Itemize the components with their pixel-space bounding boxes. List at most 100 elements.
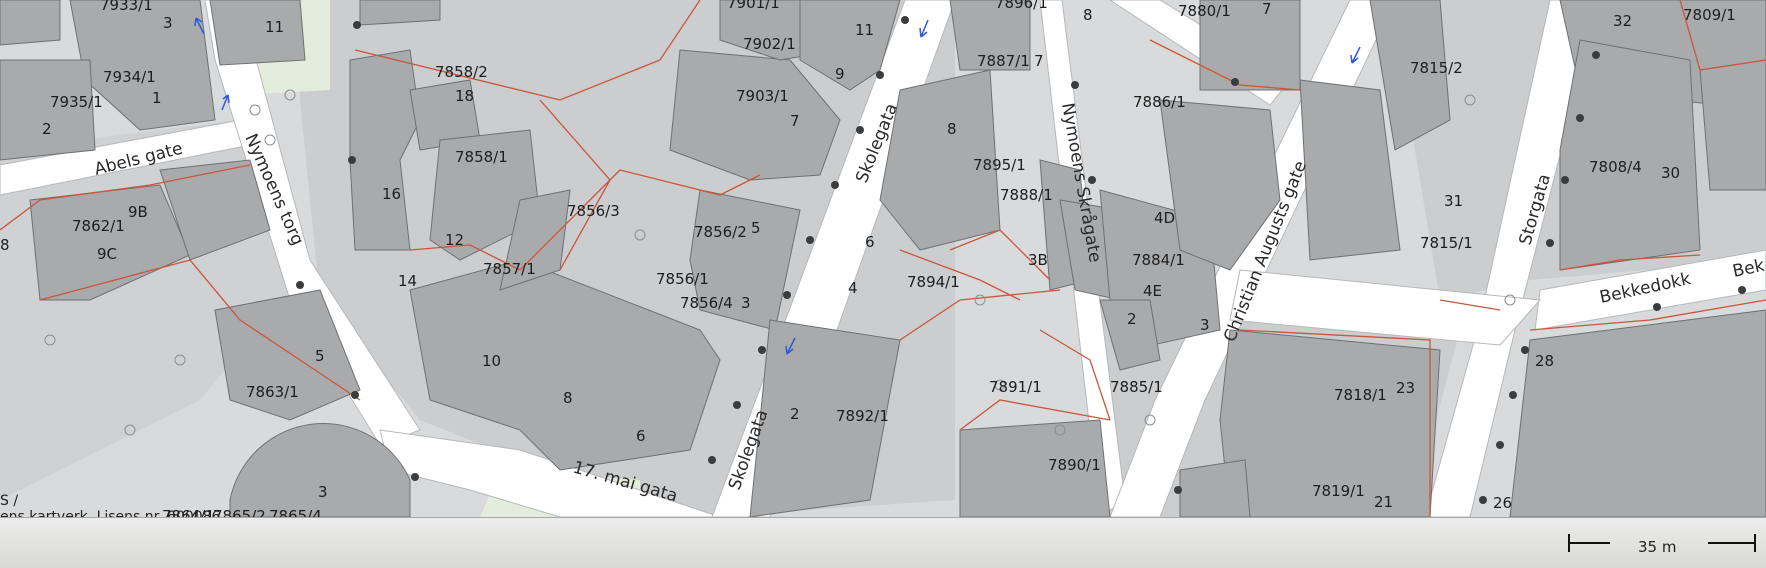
house-number: 8 — [563, 389, 573, 407]
scale-line — [1708, 542, 1756, 544]
house-number: 12 — [445, 231, 464, 249]
pole — [1521, 346, 1529, 354]
house-number: 18 — [455, 87, 474, 105]
status-bar: 35 m — [0, 517, 1766, 568]
map-attribution: S / ens kartverk. Lisens nr. 600086 — [0, 493, 220, 517]
pole — [1496, 441, 1504, 449]
parcel-label: 7902/1 — [743, 35, 796, 53]
parcel-label: 7818/1 — [1334, 386, 1387, 404]
house-number: 11 — [265, 18, 284, 36]
parcel-label: 7885/1 — [1110, 378, 1163, 396]
scale-line — [1568, 542, 1610, 544]
pole — [783, 291, 791, 299]
parcel-label: 7809/1 — [1683, 6, 1736, 24]
house-number: 21 — [1374, 493, 1393, 511]
house-number: 11 — [855, 21, 874, 39]
parcel-label: 7934/1 — [103, 68, 156, 86]
house-number: 3 — [163, 14, 173, 32]
pole — [758, 346, 766, 354]
pole — [1231, 78, 1239, 86]
parcel-label: 7895/1 — [973, 156, 1026, 174]
parcel-label: 7857/1 — [483, 260, 536, 278]
parcel-label: 7886/1 — [1133, 93, 1186, 111]
parcel-label: 7884/1 — [1132, 251, 1185, 269]
map-canvas[interactable]: 7933/1 3 11 7934/1 1 7935/1 2 7862/1 9B … — [0, 0, 1766, 517]
house-number: 3 — [318, 483, 328, 501]
pole — [1546, 239, 1554, 247]
house-number: 26 — [1493, 494, 1512, 512]
building — [209, 0, 306, 66]
pole — [1576, 114, 1584, 122]
pole — [1479, 496, 1487, 504]
pole — [1174, 486, 1182, 494]
house-number: 7 — [790, 112, 800, 130]
parcel-label: 7891/1 — [989, 378, 1042, 396]
parcel-label: 7887/1 — [977, 52, 1030, 70]
parcel-label: 7901/1 — [727, 0, 780, 12]
pole — [1653, 303, 1661, 311]
parcel-label: 7858/1 — [455, 148, 508, 166]
house-number: 9 — [835, 65, 845, 83]
pole — [1071, 81, 1079, 89]
attribution-line: ens kartverk. Lisens nr. 600086 — [0, 509, 221, 517]
parcel-label: 7815/2 — [1410, 59, 1463, 77]
parcel-label: 7808/4 — [1589, 158, 1642, 176]
house-number: 3B — [1028, 251, 1048, 269]
parcel-label: 7865/2 — [213, 507, 266, 517]
pole — [856, 126, 864, 134]
scale-label: 35 m — [1638, 538, 1677, 556]
parcel-label: 7858/2 — [435, 63, 488, 81]
parcel-label: 7880/1 — [1178, 2, 1231, 20]
house-number: 1 — [152, 89, 162, 107]
attribution-line: S / — [0, 493, 19, 509]
pole — [351, 391, 359, 399]
parcel-label: 7856/1 — [656, 270, 709, 288]
map-view[interactable]: 7933/1 3 11 7934/1 1 7935/1 2 7862/1 9B … — [0, 0, 1766, 517]
pole — [411, 473, 419, 481]
house-number: 6 — [636, 427, 646, 445]
house-number: 30 — [1661, 164, 1680, 182]
parcel-label: 7856/2 — [694, 223, 747, 241]
house-number: 8 — [0, 236, 10, 254]
parcel-label: 7863/1 — [246, 383, 299, 401]
pole — [831, 181, 839, 189]
pole — [1592, 51, 1600, 59]
parcel-label: 7819/1 — [1312, 482, 1365, 500]
scale-tick — [1754, 534, 1756, 552]
house-number: 2 — [42, 120, 52, 138]
pole — [1561, 176, 1569, 184]
house-number: 7 — [1262, 0, 1272, 18]
building — [1179, 459, 1251, 517]
house-number: 9C — [97, 245, 117, 263]
parcel-label: 7935/1 — [50, 93, 103, 111]
pole — [1509, 391, 1517, 399]
parcel-label: 7903/1 — [736, 87, 789, 105]
parcel-label: 7815/1 — [1420, 234, 1473, 252]
parcel-label: 7856/3 — [567, 202, 620, 220]
pole — [806, 236, 814, 244]
pole — [348, 156, 356, 164]
pole — [296, 281, 304, 289]
house-number: 10 — [482, 352, 501, 370]
parcel-label: 7894/1 — [907, 273, 960, 291]
parcel-label: 7892/1 — [836, 407, 889, 425]
building — [0, 0, 61, 46]
house-number: 14 — [398, 272, 417, 290]
house-number: 7 — [1034, 52, 1044, 70]
house-number: 4E — [1143, 282, 1162, 300]
parcel-label: 7888/1 — [1000, 186, 1053, 204]
parcel-label: 7862/1 — [72, 217, 125, 235]
house-number: 6 — [865, 233, 875, 251]
parcel-label: 7856/4 — [680, 294, 733, 312]
pole — [733, 401, 741, 409]
parcel-label: 7890/1 — [1048, 456, 1101, 474]
parcel-label: 7933/1 — [100, 0, 153, 14]
house-number: 8 — [947, 120, 957, 138]
house-number: 31 — [1444, 192, 1463, 210]
pole — [901, 16, 909, 24]
house-number: 28 — [1535, 352, 1554, 370]
building — [1559, 39, 1701, 271]
pole — [1738, 286, 1746, 294]
scale-bar: 35 m — [1568, 532, 1758, 558]
house-number: 3 — [1200, 316, 1210, 334]
